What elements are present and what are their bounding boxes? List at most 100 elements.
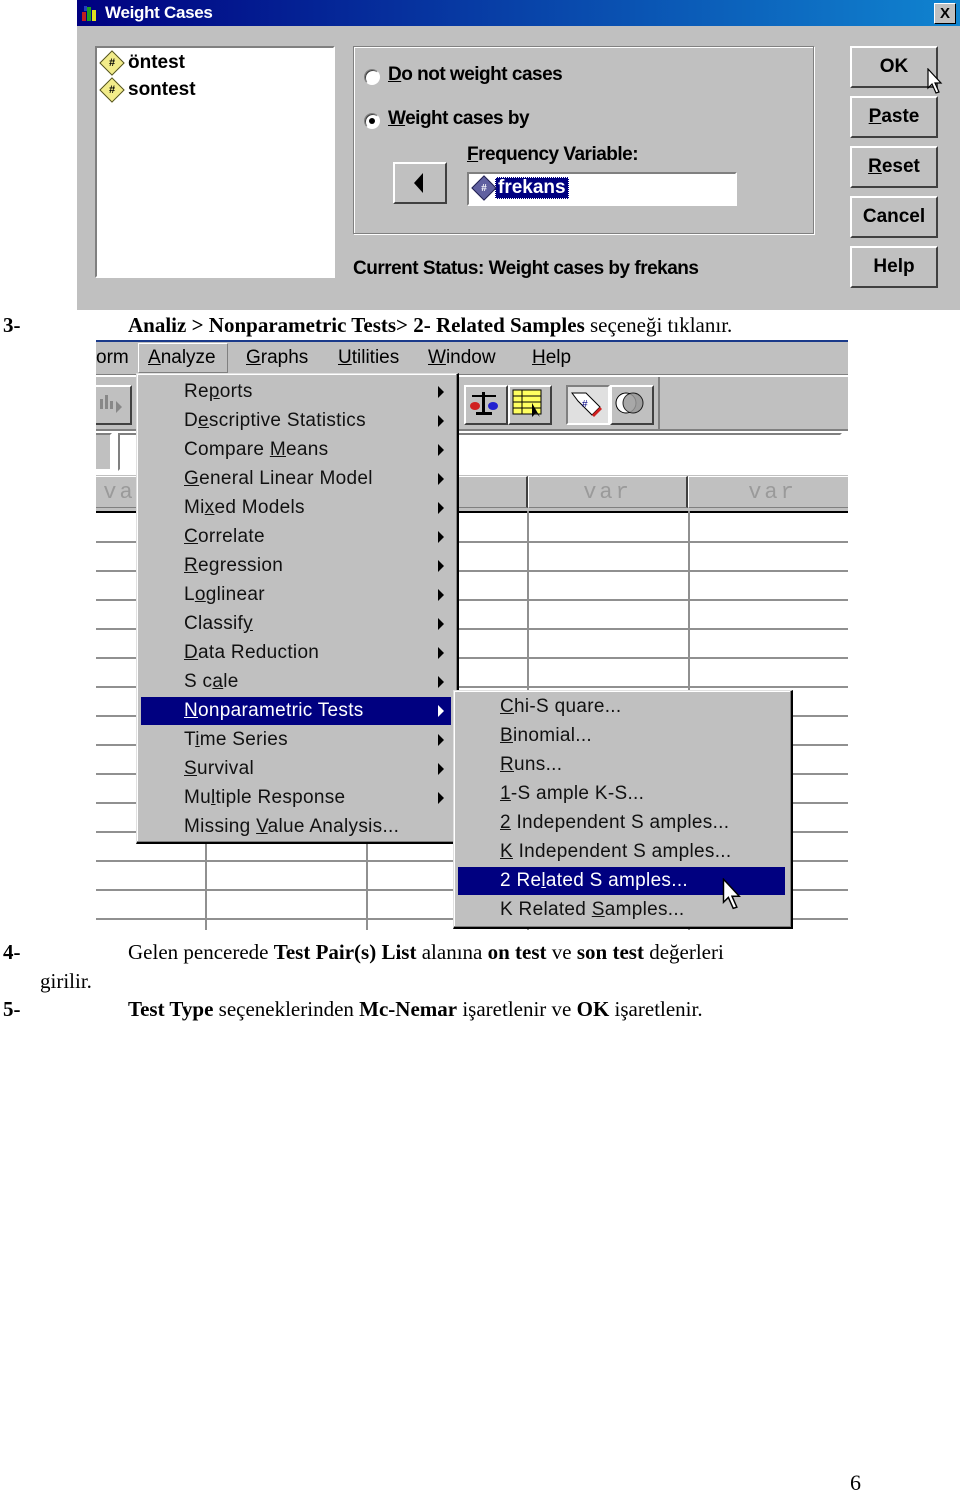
mouse-cursor-icon xyxy=(722,878,741,910)
step-5-ok: OK xyxy=(576,997,610,1021)
variable-item[interactable]: # öntest xyxy=(99,50,185,76)
help-button[interactable]: Help xyxy=(850,246,938,288)
left-arrow-icon xyxy=(414,173,423,193)
step-4-text: değerleri xyxy=(643,940,724,964)
menu-item-correlate[interactable]: Correlate xyxy=(141,523,451,551)
menu-item-1-sample-ks[interactable]: 1-S ample K-S... xyxy=(458,780,785,808)
cancel-button[interactable]: Cancel xyxy=(850,196,938,238)
menu-help[interactable]: Help xyxy=(532,347,571,369)
submenu-arrow-icon xyxy=(438,386,444,398)
step-3-path: Analiz > Nonparametric Tests> 2- Related… xyxy=(128,313,585,337)
menu-item-nonparametric-tests[interactable]: Nonparametric Tests xyxy=(141,697,451,725)
menu-item-reports[interactable]: Reports xyxy=(141,378,451,406)
step-4-field-name: Test Pair(s) List xyxy=(273,940,417,964)
use-sets-button[interactable] xyxy=(610,385,654,425)
menu-transform[interactable]: orm xyxy=(96,347,129,369)
menu-graphs[interactable]: Graphs xyxy=(246,347,308,369)
spss-app-icon xyxy=(82,6,96,21)
step-5-text: işaretlenir. xyxy=(609,997,703,1021)
step-5-mcnemar: Mc-Nemar xyxy=(359,997,458,1021)
variable-list[interactable]: # öntest # sontest xyxy=(95,46,335,278)
paste-button[interactable]: Paste xyxy=(850,96,938,138)
step-4-text: Gelen pencerede xyxy=(128,940,274,964)
step-4-wrap: girilir. xyxy=(40,969,92,993)
menu-item-chi-square[interactable]: Chi-S quare... xyxy=(458,693,785,721)
dialog-title: Weight Cases xyxy=(105,3,213,22)
variable-name: sontest xyxy=(128,79,196,100)
do-not-weight-label[interactable]: Do not weight cases xyxy=(388,64,563,86)
cell-name-box[interactable] xyxy=(96,433,112,471)
step-5-text: işaretlenir ve xyxy=(457,997,577,1021)
do-not-weight-radio[interactable] xyxy=(364,69,380,85)
submenu-arrow-icon xyxy=(438,502,444,514)
menu-item-regression[interactable]: Regression xyxy=(141,552,451,580)
menu-item-compare-means[interactable]: Compare Means xyxy=(141,436,451,464)
select-cases-button[interactable] xyxy=(508,385,552,425)
move-variable-button[interactable] xyxy=(393,162,447,204)
chart-button[interactable] xyxy=(96,385,132,425)
weight-cases-button[interactable] xyxy=(464,385,508,425)
menu-item-descriptive-statistics[interactable]: Descriptive Statistics xyxy=(141,407,451,435)
submenu-arrow-icon xyxy=(438,763,444,775)
reset-button[interactable]: Reset xyxy=(850,146,938,188)
menu-item-data-reduction[interactable]: Data Reduction xyxy=(141,639,451,667)
frequency-variable-value[interactable]: frekans xyxy=(495,177,569,199)
scale-balance-icon xyxy=(470,392,498,415)
current-status: Current Status: Weight cases by frekans xyxy=(353,258,699,279)
menu-item-loglinear[interactable]: Loglinear xyxy=(141,581,451,609)
step-5-text: seçeneklerinden xyxy=(213,997,360,1021)
menu-item-time-series[interactable]: Time Series xyxy=(141,726,451,754)
close-button[interactable]: X xyxy=(934,3,956,24)
column-header[interactable]: var xyxy=(528,476,688,508)
column-header[interactable]: var xyxy=(688,476,848,508)
dialog-title-bar[interactable]: Weight Cases X xyxy=(77,0,960,26)
menu-analyze[interactable]: Analyze xyxy=(148,347,216,369)
toolbar-separator xyxy=(658,377,660,429)
chart-icon xyxy=(100,395,122,413)
frequency-variable-label: Frequency Variable: xyxy=(467,144,639,165)
menu-utilities[interactable]: Utilities xyxy=(338,347,399,369)
menu-item-general-linear-model[interactable]: General Linear Model xyxy=(141,465,451,493)
menu-item-runs[interactable]: Runs... xyxy=(458,751,785,779)
numeric-variable-icon: # xyxy=(99,77,125,103)
menu-item-binomial[interactable]: Binomial... xyxy=(458,722,785,750)
step-3-text: seçeneği tıklanır. xyxy=(584,313,733,337)
menu-item-mixed-models[interactable]: Mixed Models xyxy=(141,494,451,522)
step-number: 4- xyxy=(3,940,21,964)
grid-select-icon xyxy=(512,389,542,417)
variable-name: öntest xyxy=(128,52,185,73)
menu-item-k-independent-samples[interactable]: K Independent S amples... xyxy=(458,838,785,866)
submenu-arrow-icon xyxy=(438,589,444,601)
mouse-cursor-icon xyxy=(927,68,943,94)
step-number: 5- xyxy=(3,997,21,1021)
weight-cases-by-radio[interactable] xyxy=(364,113,380,129)
spss-data-editor: orm Analyze Graphs Utilities Window Help xyxy=(96,340,848,930)
step-4-text: ve xyxy=(546,940,577,964)
value-label-tag-icon: # xyxy=(571,392,602,417)
frequency-variable-field[interactable]: # frekans xyxy=(467,172,737,206)
value-labels-button[interactable]: # xyxy=(566,385,610,425)
numeric-variable-icon: # xyxy=(471,175,497,201)
submenu-arrow-icon xyxy=(438,560,444,572)
ok-button[interactable]: OK xyxy=(850,46,938,88)
menu-item-missing-value-analysis[interactable]: Missing Value Analysis... xyxy=(141,813,451,841)
submenu-arrow-icon xyxy=(438,705,444,717)
step-5-test-type: Test Type xyxy=(128,997,214,1021)
submenu-arrow-icon xyxy=(438,734,444,746)
menu-item-scale[interactable]: S cale xyxy=(141,668,451,696)
submenu-arrow-icon xyxy=(438,792,444,804)
analyze-menu: Reports Descriptive Statistics Compare M… xyxy=(136,373,459,844)
variable-item[interactable]: # sontest xyxy=(99,77,196,103)
submenu-arrow-icon xyxy=(438,531,444,543)
weight-cases-by-label[interactable]: Weight cases by xyxy=(388,108,530,130)
submenu-arrow-icon xyxy=(438,444,444,456)
overlap-circles-icon xyxy=(615,392,644,414)
menu-bar: orm Analyze Graphs Utilities Window Help xyxy=(96,342,848,375)
numeric-variable-icon: # xyxy=(99,50,125,76)
menu-item-multiple-response[interactable]: Multiple Response xyxy=(141,784,451,812)
menu-item-classify[interactable]: Classify xyxy=(141,610,451,638)
menu-item-2-independent-samples[interactable]: 2 Independent S amples... xyxy=(458,809,785,837)
menu-item-survival[interactable]: Survival xyxy=(141,755,451,783)
submenu-arrow-icon xyxy=(438,676,444,688)
menu-window[interactable]: Window xyxy=(428,347,496,369)
